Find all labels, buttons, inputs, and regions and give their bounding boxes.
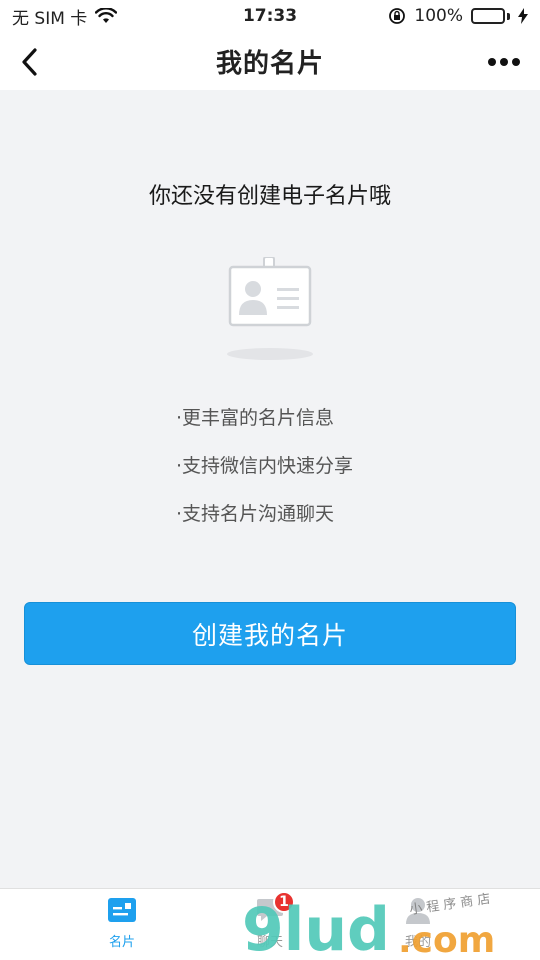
rotation-lock-icon [388,7,406,25]
business-card-icon [228,256,312,357]
chat-badge: 1 [273,891,295,913]
card-tab-icon [107,895,137,925]
tab-profile[interactable]: 我的 [378,895,458,957]
tab-label: 名片 [108,935,135,950]
more-dots-icon[interactable] [482,42,526,82]
main-content: 你还没有创建电子名片哦 ·更丰富的名片信息 ·支持微信内快速分享 ·支持名片沟通… [0,90,540,888]
tab-label: 我的 [404,935,431,950]
status-bar: 无 SIM 卡 17:33 100% [0,0,540,32]
status-left: 无 SIM 卡 [12,4,118,29]
battery-icon [471,8,510,24]
feature-item: ·支持名片沟通聊天 [176,503,335,525]
feature-item: ·支持微信内快速分享 [176,455,354,477]
carrier-text: 无 SIM 卡 [12,8,88,29]
wifi-icon [95,8,118,24]
chat-tab-icon: 1 [255,891,295,925]
tab-chat[interactable]: 1 聊天 [230,891,310,957]
profile-tab-icon [403,895,433,925]
card-shadow [227,348,313,360]
charging-icon [518,8,528,24]
battery-percent: 100% [414,6,463,26]
tab-bar: 名片 1 聊天 我的 [0,888,540,960]
feature-item: ·更丰富的名片信息 [176,407,335,429]
tab-card[interactable]: 名片 [82,895,162,957]
back-chevron-icon[interactable] [10,42,50,82]
empty-state-title: 你还没有创建电子名片哦 [148,184,391,209]
status-right: 100% [388,6,528,26]
nav-header: 我的名片 [0,32,540,90]
create-card-button[interactable]: 创建我的名片 [24,602,516,665]
feature-list: ·更丰富的名片信息 ·支持微信内快速分享 ·支持名片沟通聊天 [176,404,416,548]
page-title: 我的名片 [215,48,324,79]
tab-label: 聊天 [256,935,283,950]
